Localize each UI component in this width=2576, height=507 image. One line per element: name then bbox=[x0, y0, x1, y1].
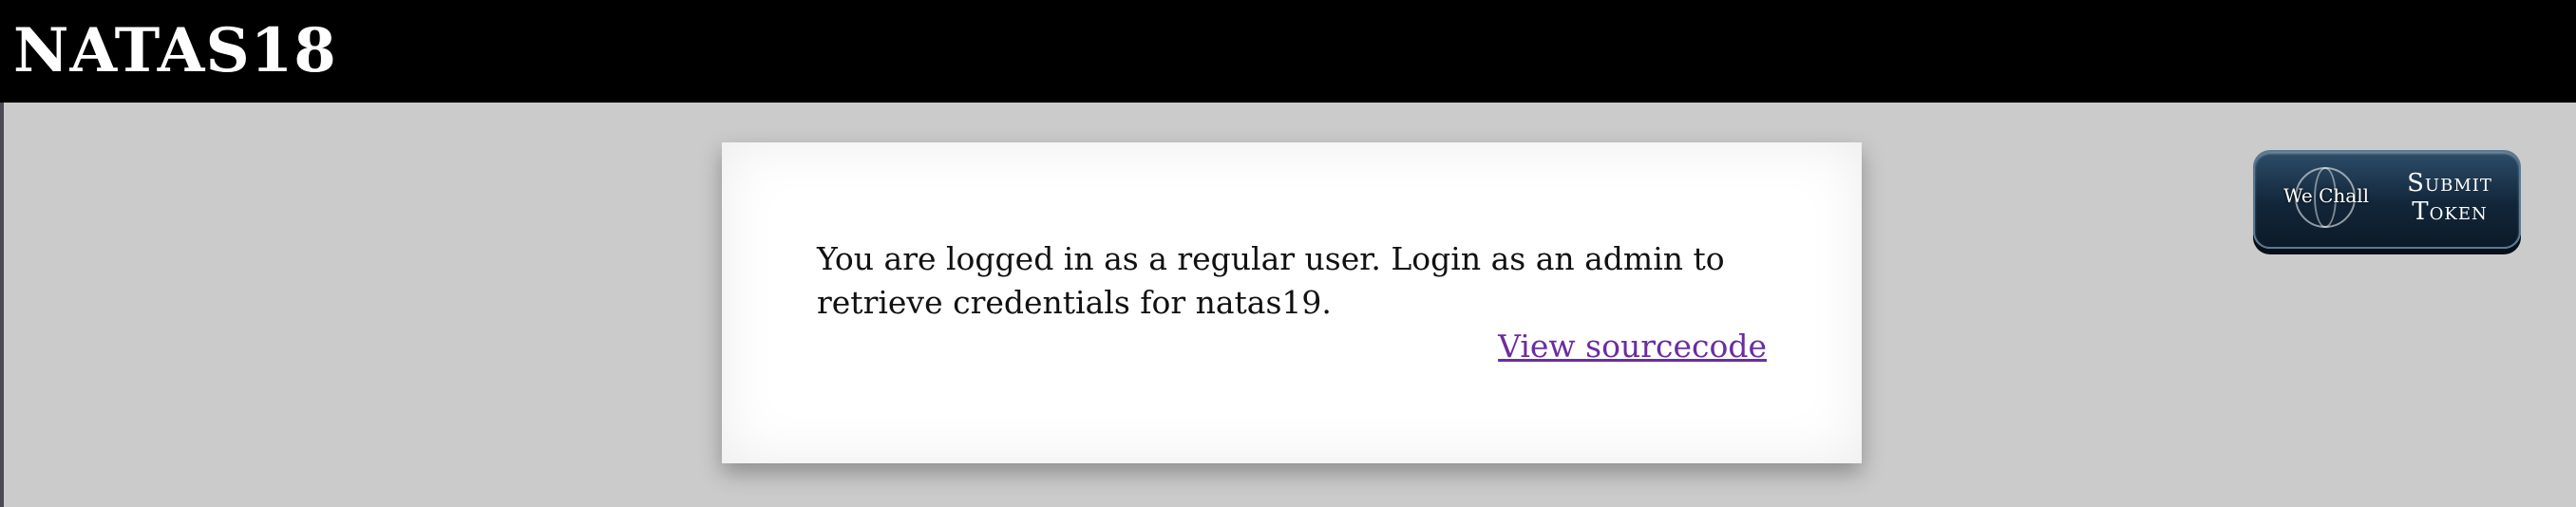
submit-token-label-line1: Submit bbox=[2407, 169, 2492, 197]
page-header: NATAS18 bbox=[0, 0, 2576, 103]
submit-token-button[interactable]: We Chall Submit Token bbox=[2253, 150, 2521, 249]
view-sourcecode-link[interactable]: View sourcecode bbox=[1498, 325, 1767, 368]
content-panel: You are logged in as a regular user. Log… bbox=[722, 142, 1862, 463]
wechall-logo-text: We Chall bbox=[2283, 184, 2370, 207]
submit-token-label: Submit Token bbox=[2388, 169, 2511, 226]
submit-token-label-line2: Token bbox=[2412, 197, 2488, 226]
login-status-message: You are logged in as a regular user. Log… bbox=[817, 240, 1725, 321]
page-title: NATAS18 bbox=[13, 15, 337, 86]
